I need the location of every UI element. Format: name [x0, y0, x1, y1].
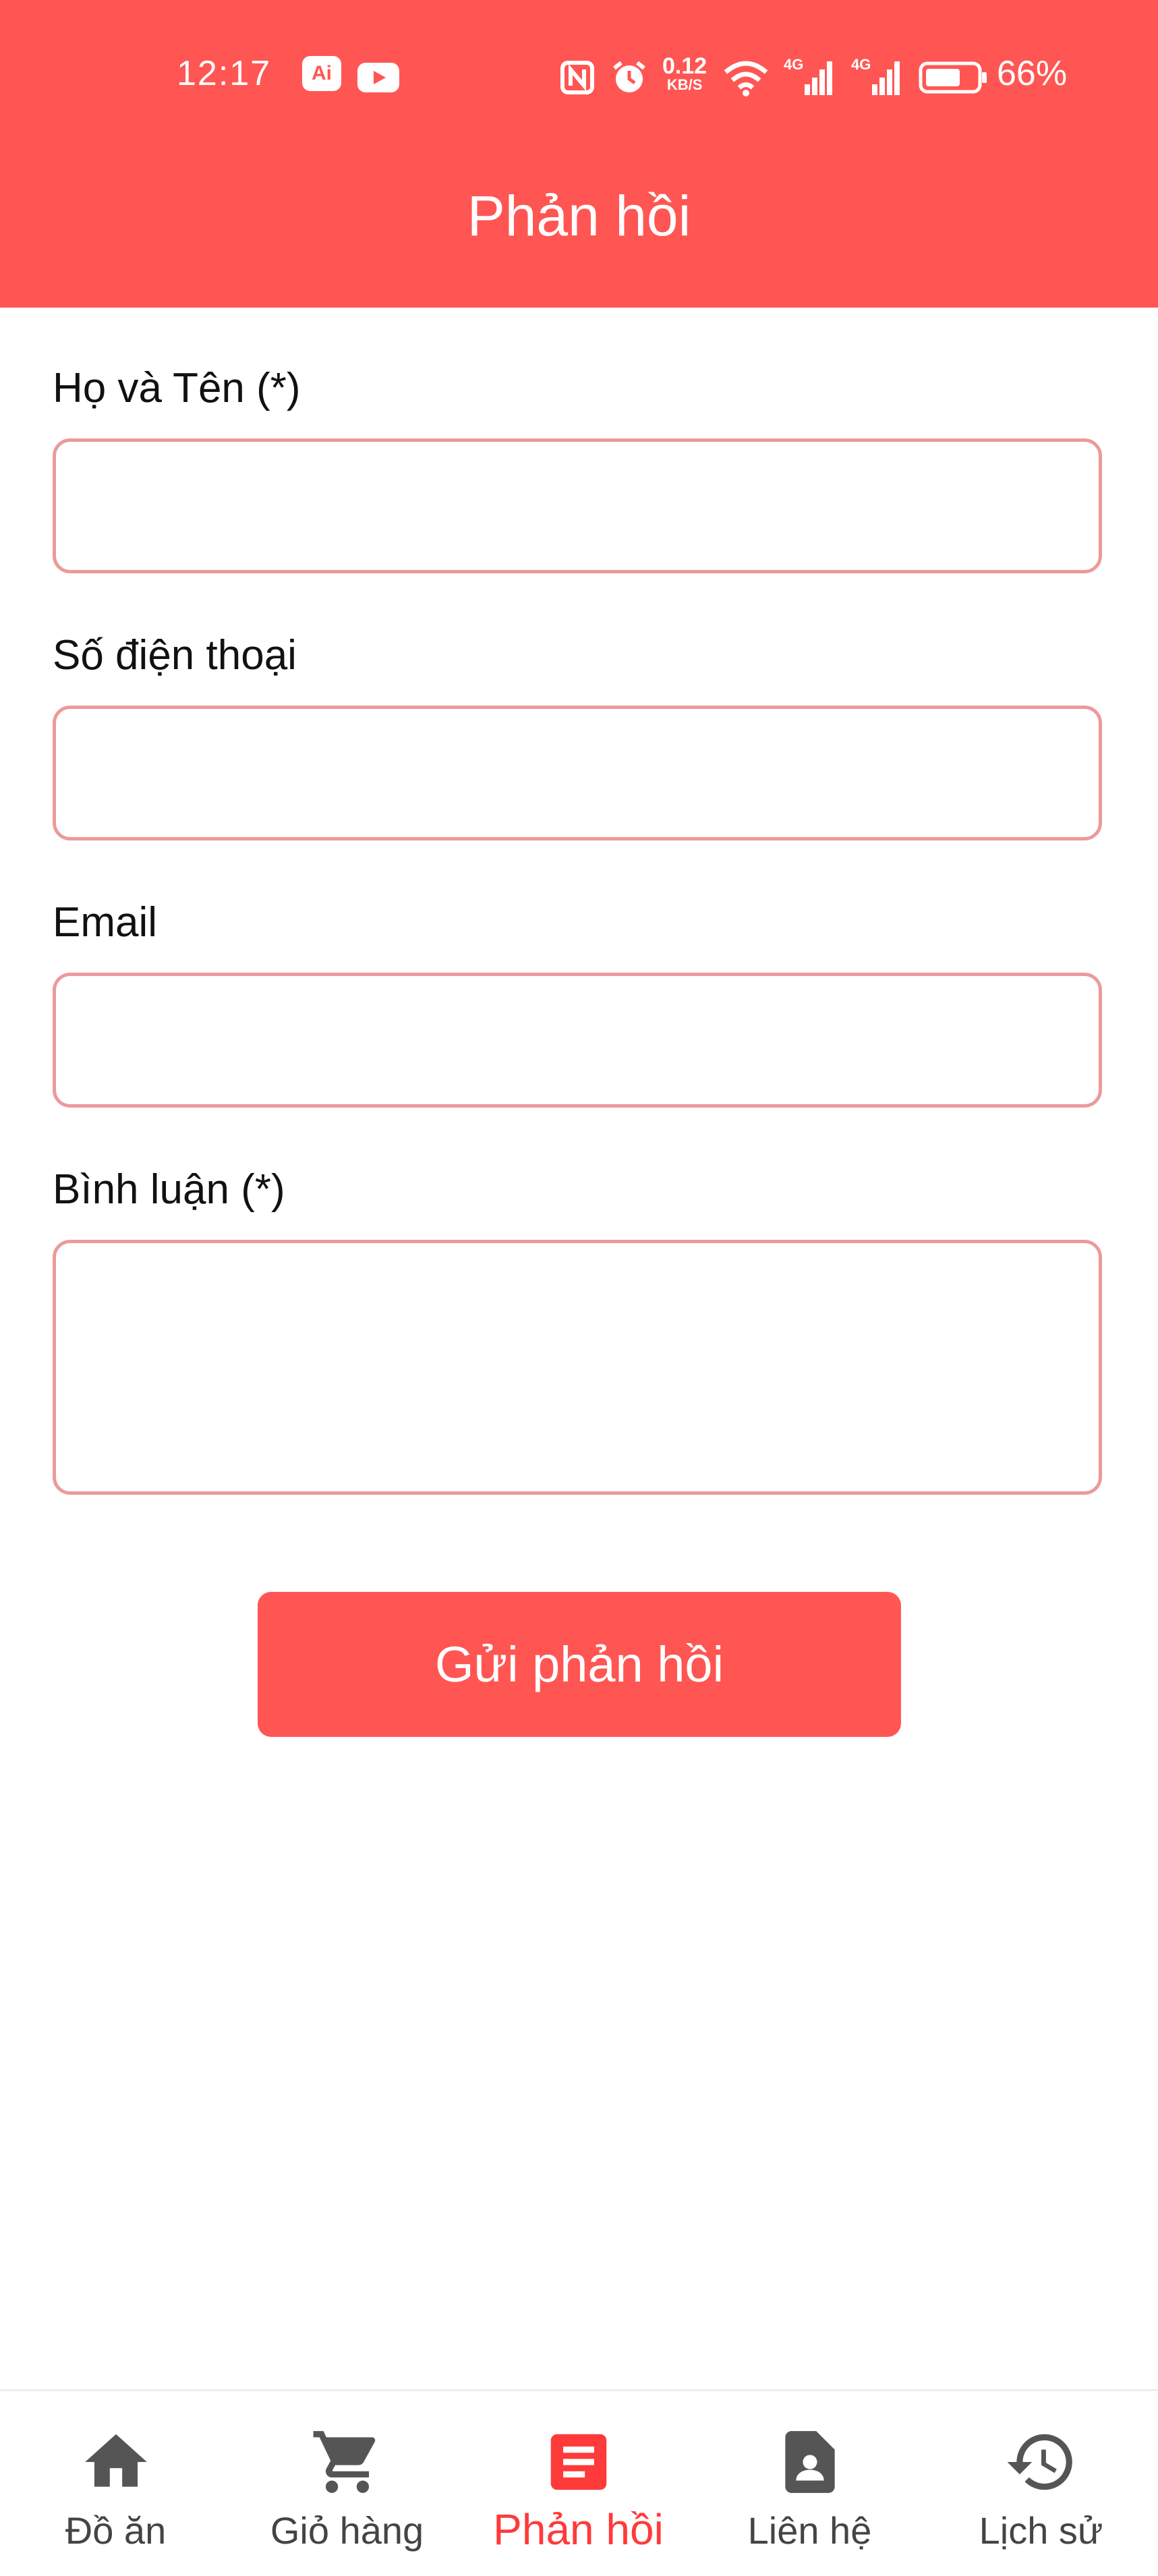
battery-icon	[919, 51, 989, 105]
email-label: Email	[53, 899, 158, 946]
nav-label-history: Lịch sử	[979, 2509, 1103, 2552]
phone-input[interactable]	[53, 706, 1102, 840]
nav-item-feedback[interactable]: Phản hồi	[463, 2391, 694, 2576]
signal-icon-sim1: 4G	[784, 51, 833, 105]
status-time: 12:17	[177, 54, 272, 93]
home-icon	[84, 2434, 147, 2487]
nav-item-history[interactable]: Lịch sử	[925, 2391, 1157, 2576]
nav-label-food: Đồ ăn	[65, 2509, 167, 2552]
nav-item-cart[interactable]: Giỏ hàng	[231, 2391, 463, 2576]
name-label: Họ và Tên (*)	[53, 365, 301, 411]
bottom-nav: Đồ ăn Giỏ hàng Phản hồi Liên hệ Lịch sử	[0, 2389, 1158, 2576]
feedback-icon	[550, 2434, 606, 2490]
nav-label-contact: Liên hệ	[747, 2509, 872, 2552]
nav-item-contact[interactable]: Liên hệ	[694, 2391, 925, 2576]
signal-icon-sim2: 4G	[851, 51, 900, 105]
nav-label-feedback: Phản hồi	[493, 2505, 664, 2554]
contact-icon	[784, 2431, 835, 2493]
battery-percent: 66%	[997, 54, 1068, 93]
submit-feedback-button[interactable]: Gửi phản hồi	[258, 1592, 901, 1737]
nav-label-cart: Giỏ hàng	[270, 2509, 424, 2552]
status-bar: 12:17 Ai 0.12 KB/S 4G 4G 66%	[0, 51, 1158, 105]
comment-label: Bình luận (*)	[53, 1166, 285, 1213]
page-title: Phản hồi	[467, 184, 691, 248]
phone-label: Số điện thoại	[53, 632, 297, 679]
app-header: 12:17 Ai 0.12 KB/S 4G 4G 66% Phản hồi	[0, 0, 1158, 308]
nav-item-food[interactable]: Đồ ăn	[0, 2391, 231, 2576]
email-input[interactable]	[53, 973, 1102, 1108]
net-speed: 0.12 KB/S	[662, 53, 707, 93]
cart-icon	[313, 2431, 375, 2493]
nfc-icon	[560, 51, 595, 105]
comment-textarea[interactable]	[53, 1240, 1102, 1495]
alarm-icon	[610, 51, 648, 105]
history-icon	[1007, 2434, 1072, 2490]
wifi-icon	[723, 51, 769, 105]
name-input[interactable]	[53, 438, 1102, 573]
ai-app-icon: Ai	[302, 56, 341, 91]
youtube-icon	[357, 51, 399, 105]
